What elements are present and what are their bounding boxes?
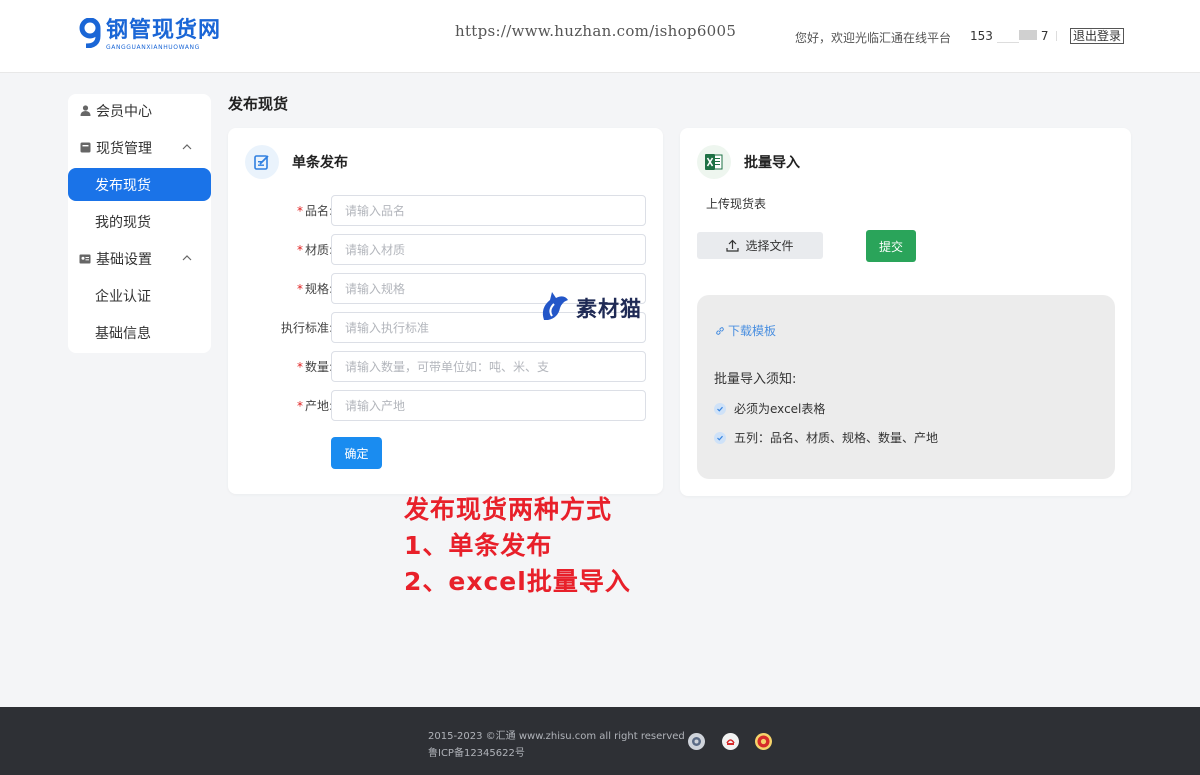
logo-title: 钢管现货网 [106, 18, 222, 43]
user-icon [79, 105, 91, 117]
confirm-button[interactable]: 确定 [331, 437, 382, 469]
footer-icp[interactable]: 鲁ICP备12345622号 [428, 744, 525, 759]
watermark-url: https://www.huzhan.com/ishop6005 [455, 22, 737, 40]
upload-label: 上传现货表 [706, 197, 767, 211]
material-label: * 材质: [296, 243, 333, 257]
single-publish-header: 单条发布 [245, 145, 348, 179]
quantity-label: * 数量: [296, 360, 333, 374]
origin-input[interactable] [331, 390, 646, 421]
sidebar: 会员中心 现货管理 发布现货 我的现货 基础设置 企业认证 基础信息 [68, 94, 211, 353]
upload-icon [726, 239, 740, 252]
stock-icon [79, 142, 91, 154]
sidebar-item-label: 发布现货 [95, 177, 151, 194]
sidebar-item-company-cert[interactable]: 企业认证 [68, 279, 211, 312]
welcome-text: 您好，欢迎光临汇通在线平台 [795, 31, 952, 45]
annotation-line: 1、单条发布 [404, 531, 553, 560]
sidebar-item-label: 我的现货 [95, 214, 151, 231]
notice-item-text: 五列：品名、材质、规格、数量、产地 [734, 431, 939, 445]
user-phone: 153 7 [970, 29, 1049, 43]
sidebar-item-my-stock[interactable]: 我的现货 [68, 205, 211, 238]
footer-copyright: 2015-2023 ©汇通 www.zhisu.com all right re… [428, 731, 685, 742]
phone-prefix: 153 [970, 29, 993, 43]
chevron-up-icon[interactable] [181, 141, 193, 153]
site-logo[interactable]: 钢管现货网 GANGGUANXIANHUOWANG [78, 18, 221, 54]
material-input[interactable] [331, 234, 646, 265]
notice-title: 批量导入须知: [714, 372, 797, 387]
choose-file-label: 选择文件 [745, 239, 794, 253]
origin-label: * 产地: [296, 399, 333, 413]
required-mark: * [296, 204, 303, 218]
spec-label: * 规格: [296, 282, 333, 296]
sidebar-item-basic-info[interactable]: 基础信息 [68, 316, 211, 349]
logout-button[interactable]: 退出登录 [1070, 28, 1125, 44]
required-mark: * [296, 399, 303, 413]
name-input[interactable] [331, 195, 646, 226]
check-icon [714, 402, 726, 415]
sidebar-item-label: 基础信息 [95, 325, 151, 342]
annotation-line: 发布现货两种方式 [404, 495, 613, 524]
batch-import-card: 批量导入 上传现货表 选择文件 提交 下载模板 批量导入须知: 必须为excel… [680, 128, 1131, 496]
annotation-line: 2、excel批量导入 [404, 567, 631, 596]
form-row-name: * 品名: [228, 195, 663, 226]
credit-badge-icon[interactable] [722, 733, 739, 750]
download-template-link[interactable]: 下载模板 [715, 322, 776, 339]
download-template-label: 下载模板 [728, 324, 777, 338]
notice-item: 五列：品名、材质、规格、数量、产地 [714, 429, 938, 446]
choose-file-button[interactable]: 选择文件 [697, 232, 823, 259]
form-row-material: * 材质: [228, 234, 663, 265]
police-badge-icon[interactable] [688, 733, 705, 750]
edit-icon [245, 145, 279, 179]
name-label: * 品名: [296, 204, 333, 218]
sidebar-item-label: 会员中心 [96, 103, 152, 120]
sidebar-item-label: 基础设置 [96, 251, 152, 268]
required-mark: * [296, 360, 303, 374]
sidebar-item-label: 现货管理 [96, 140, 152, 157]
required-mark: * [296, 282, 303, 296]
single-publish-title: 单条发布 [292, 155, 348, 171]
submit-button[interactable]: 提交 [866, 230, 916, 262]
required-mark: * [296, 243, 303, 257]
notice-item: 必须为excel表格 [714, 400, 825, 417]
sidebar-item-member-center[interactable]: 会员中心 [68, 94, 211, 127]
emblem-badge-icon[interactable] [755, 733, 772, 750]
form-row-origin: * 产地: [228, 390, 663, 421]
cat-logo-icon [542, 292, 568, 320]
id-card-icon [79, 253, 91, 265]
sidebar-item-label: 企业认证 [95, 288, 151, 305]
watermark-logo-text: 素材猫 [576, 297, 642, 321]
batch-import-header: 批量导入 [697, 145, 800, 179]
excel-icon [697, 145, 731, 179]
notice-item-text: 必须为excel表格 [734, 402, 826, 416]
import-notice-box: 下载模板 批量导入须知: 必须为excel表格 五列：品名、材质、规格、数量、产… [697, 295, 1115, 479]
logo-subtitle: GANGGUANXIANHUOWANG [106, 44, 200, 51]
sidebar-item-stock-mgmt[interactable]: 现货管理 [68, 131, 211, 164]
sidebar-item-basic-settings[interactable]: 基础设置 [68, 242, 211, 275]
page-title: 发布现货 [228, 95, 289, 113]
header-divider [1056, 31, 1057, 41]
link-icon [715, 326, 725, 336]
footer: 2015-2023 ©汇通 www.zhisu.com all right re… [0, 707, 1200, 775]
standard-label: 执行标准: [280, 321, 333, 335]
chevron-up-icon[interactable] [181, 252, 193, 264]
form-row-quantity: * 数量: [228, 351, 663, 382]
phone-mask [996, 30, 1037, 43]
phone-suffix: 7 [1040, 29, 1049, 43]
check-icon [714, 431, 726, 444]
sidebar-item-publish-stock[interactable]: 发布现货 [68, 168, 211, 201]
top-header: 钢管现货网 GANGGUANXIANHUOWANG https://www.hu… [0, 0, 1200, 73]
watermark-logo: 素材猫 [538, 290, 642, 326]
logo-nine-icon [79, 18, 101, 48]
quantity-input[interactable] [331, 351, 646, 382]
batch-import-title: 批量导入 [744, 155, 800, 171]
